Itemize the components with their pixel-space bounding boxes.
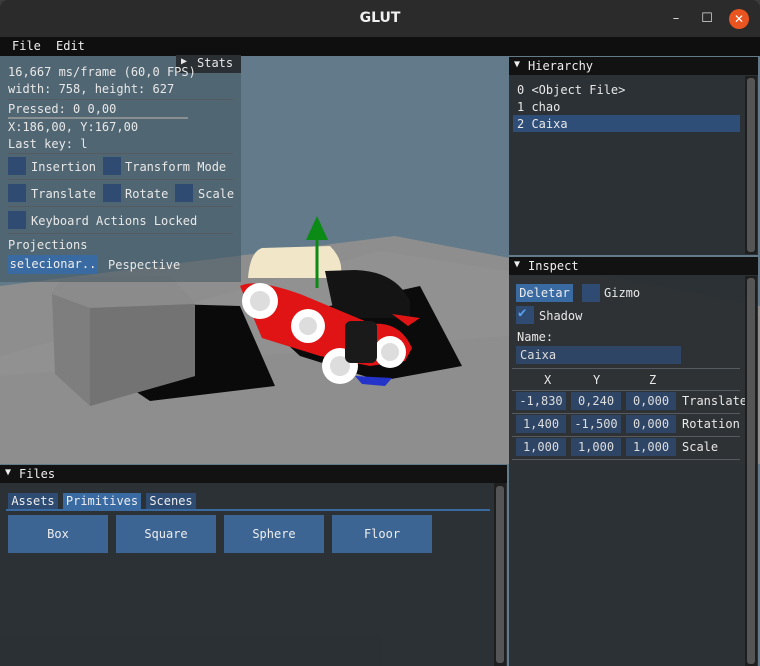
inspect-header[interactable]: ▼ Inspect [509,257,758,275]
minimize-button[interactable]: – [666,9,686,29]
tab-scenes[interactable]: Scenes [146,493,196,509]
collapse-arrow-icon[interactable]: ▼ [514,59,520,70]
inspect-scrollbar[interactable] [745,276,757,666]
keyboard-locked-checkbox[interactable] [8,211,26,229]
scale-row-label: Scale [682,440,719,454]
scale-z-field[interactable]: 1,000 [626,438,676,456]
insertion-label: Insertion [31,160,97,174]
translate-checkbox[interactable] [8,184,26,202]
title-bar: GLUT – ☐ ✕ [0,0,760,37]
rotation-row-label: Rotation [682,417,740,431]
collapse-arrow-icon[interactable]: ▼ [5,467,11,478]
transform-mode-label: Transform Mode [125,160,227,174]
mouse-position-text: X:186,00, Y:167,00 [8,120,139,134]
last-key-text: Last key: l [8,137,88,151]
translate-x-field[interactable]: -1,830 [516,392,566,410]
rotation-x-field[interactable]: 1,400 [516,415,566,433]
select-projection-button[interactable]: selecionar.. [8,255,98,274]
scale-y-field[interactable]: 1,000 [571,438,621,456]
rotate-checkbox[interactable] [103,184,121,202]
insertion-checkbox[interactable] [8,157,26,175]
files-title: Files [19,467,56,481]
hierarchy-item[interactable]: 0 <Object File> [517,83,625,97]
translate-y-field[interactable]: 0,240 [571,392,621,410]
files-window: ▼ Files Assets Primitives Scenes Box Squ… [0,465,507,666]
primitive-sphere-button[interactable]: Sphere [224,515,324,553]
viewport-size-text: width: 758, height: 627 [8,82,175,96]
column-y-header: Y [593,373,601,387]
gizmo-label: Gizmo [604,286,641,300]
checkmark-icon: ✔ [518,305,527,321]
primitive-floor-button[interactable]: Floor [332,515,432,553]
close-button[interactable]: ✕ [729,9,749,29]
pressed-text: Pressed: 0 0,00 [8,102,117,116]
hierarchy-item-selected[interactable]: 2 Caixa [513,115,740,132]
window-title: GLUT [359,10,401,26]
maximize-button[interactable]: ☐ [697,9,717,29]
primitive-square-button[interactable]: Square [116,515,216,553]
rotate-label: Rotate [125,187,169,201]
gizmo-checkbox[interactable] [582,284,600,302]
hierarchy-item[interactable]: 1 chao [517,100,560,114]
name-label: Name: [517,330,554,344]
rotation-y-field[interactable]: -1,500 [571,415,621,433]
scale-label: Scale [198,187,235,201]
inspect-title: Inspect [528,259,579,273]
rotation-z-field[interactable]: 0,000 [626,415,676,433]
menu-bar: File Edit [0,37,760,56]
files-scrollbar[interactable] [494,483,506,666]
files-header[interactable]: ▼ Files [0,465,507,483]
column-x-header: X [544,373,552,387]
translate-z-field[interactable]: 0,000 [626,392,676,410]
hierarchy-window: ▼ Hierarchy 0 <Object File> 1 chao 2 Cai… [509,57,758,255]
shadow-label: Shadow [539,309,583,323]
primitive-box-button[interactable]: Box [8,515,108,553]
stats-window: ▶ Stats 16,667 ms/frame (60,0 FPS) width… [0,55,241,282]
tab-assets[interactable]: Assets [8,493,58,509]
transform-mode-checkbox[interactable] [103,157,121,175]
projections-label: Projections [8,238,88,252]
collapse-arrow-icon[interactable]: ▼ [514,259,520,270]
column-z-header: Z [649,373,657,387]
delete-button[interactable]: Deletar [516,284,573,302]
menu-edit[interactable]: Edit [56,39,85,53]
perspective-label: Pespective [108,258,181,272]
hierarchy-header[interactable]: ▼ Hierarchy [509,57,758,75]
menu-file[interactable]: File [12,39,41,53]
inspect-window: ▼ Inspect Deletar Gizmo ✔ Shadow Name: C… [509,257,758,666]
stats-title: Stats [197,56,234,70]
name-input[interactable]: Caixa [516,346,681,364]
translate-label: Translate [31,187,97,201]
hierarchy-item: 2 Caixa [517,117,568,131]
translate-row-label: Translate [682,394,748,408]
scale-checkbox[interactable] [175,184,193,202]
scale-x-field[interactable]: 1,000 [516,438,566,456]
tab-underline [6,509,490,511]
keyboard-locked-label: Keyboard Actions Locked [31,214,198,228]
hierarchy-scrollbar[interactable] [745,76,757,254]
shadow-checkbox[interactable]: ✔ [516,305,534,324]
frame-time-text: 16,667 ms/frame (60,0 FPS) [8,65,196,79]
tab-primitives[interactable]: Primitives [63,493,141,509]
hierarchy-title: Hierarchy [528,59,594,73]
